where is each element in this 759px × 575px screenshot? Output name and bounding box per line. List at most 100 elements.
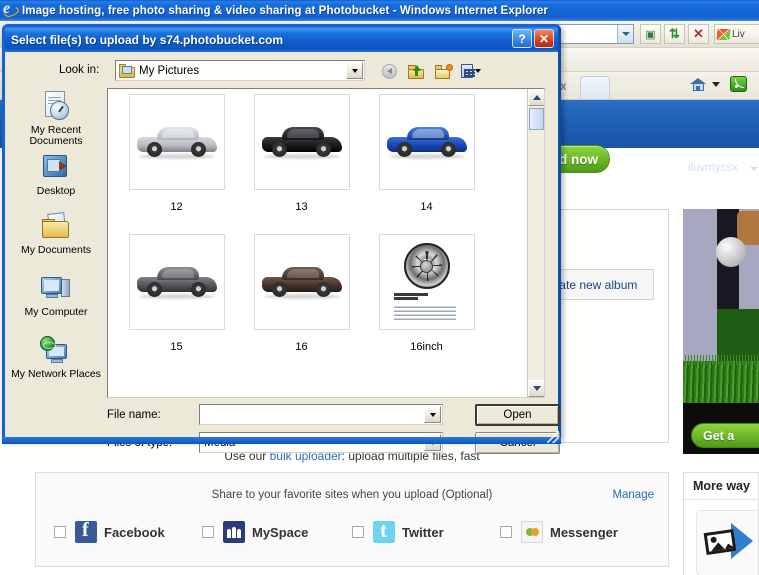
- file-item[interactable]: 16: [239, 234, 364, 374]
- screen: Image hosting, free photo sharing & vide…: [0, 0, 759, 575]
- address-dropdown-icon[interactable]: [617, 25, 633, 43]
- more-ways-title: More way: [693, 479, 750, 493]
- file-name: 15: [170, 341, 183, 353]
- scroll-up-button[interactable]: [528, 89, 544, 106]
- advertisement-banner[interactable]: Get a: [683, 209, 759, 454]
- home-icon[interactable]: [690, 77, 707, 92]
- share-site-myspace[interactable]: MySpace: [202, 521, 352, 543]
- golf-ball-image: [716, 237, 746, 267]
- share-options-box: Share to your favorite sites when you up…: [35, 472, 669, 567]
- scrollbar-thumb[interactable]: [529, 108, 544, 130]
- manage-link[interactable]: Manage: [612, 489, 654, 501]
- file-list[interactable]: 12 13 14 15 16 16inch: [107, 88, 545, 398]
- refresh-button[interactable]: ⇅: [664, 24, 685, 44]
- place-my-documents[interactable]: My Documents: [10, 203, 102, 267]
- messenger-checkbox[interactable]: [500, 526, 512, 538]
- account-menu[interactable]: iluvmycsx: [688, 162, 738, 174]
- home-dropdown-icon[interactable]: [712, 82, 720, 87]
- views-button[interactable]: [460, 61, 481, 81]
- file-item[interactable]: 13: [239, 94, 364, 234]
- feeds-button[interactable]: ▣: [640, 24, 661, 44]
- new-tab-button[interactable]: [580, 76, 610, 99]
- more-ways-card[interactable]: [696, 510, 758, 575]
- browser-title-bar: Image hosting, free photo sharing & vide…: [0, 0, 759, 21]
- file-thumbnail: [378, 94, 475, 190]
- file-item[interactable]: 16inch: [364, 234, 489, 374]
- more-ways-panel: More way: [683, 472, 759, 575]
- dialog-title: Select file(s) to upload by s74.photobuc…: [11, 32, 284, 47]
- file-thumbnail: [253, 234, 350, 330]
- windows-live-label: Liv: [732, 28, 745, 40]
- scroll-down-button[interactable]: [528, 380, 544, 397]
- place-desktop[interactable]: Desktop: [10, 149, 102, 203]
- file-item[interactable]: 14: [364, 94, 489, 234]
- myspace-label: MySpace: [252, 524, 309, 540]
- more-ways-header: More way: [684, 473, 758, 500]
- recent-documents-icon: [39, 91, 73, 123]
- car-image: [261, 265, 342, 299]
- create-new-folder-button[interactable]: [433, 61, 454, 81]
- car-image: [136, 265, 217, 299]
- chevron-down-icon[interactable]: [750, 167, 758, 171]
- create-new-album-label: reate new album: [548, 277, 638, 292]
- place-my-recent-documents[interactable]: My Recent Documents: [10, 88, 102, 149]
- place-label: My Network Places: [11, 368, 101, 380]
- share-site-facebook[interactable]: Facebook: [54, 519, 202, 543]
- myspace-checkbox[interactable]: [202, 526, 214, 538]
- twitter-icon: [373, 518, 395, 543]
- back-button[interactable]: [379, 61, 400, 81]
- windows-live-toolbar[interactable]: Liv: [714, 24, 759, 44]
- close-x-icon: ✕: [693, 26, 704, 41]
- look-in-row: Look in: My Pictures: [5, 60, 558, 82]
- address-input[interactable]: [556, 24, 634, 44]
- messenger-label: Messenger: [550, 524, 618, 540]
- file-name: 16inch: [410, 341, 443, 353]
- look-in-combobox[interactable]: My Pictures: [115, 60, 365, 81]
- file-item[interactable]: 12: [114, 94, 239, 234]
- tab-close-icon[interactable]: x: [560, 79, 567, 93]
- file-thumbnail: [128, 234, 225, 330]
- dialog-title-bar[interactable]: Select file(s) to upload by s74.photobuc…: [5, 27, 558, 52]
- chevron-down-icon: [474, 69, 481, 73]
- refresh-icon: ⇅: [669, 26, 680, 41]
- place-my-computer[interactable]: My Computer: [10, 267, 102, 329]
- look-in-dropdown-icon[interactable]: [346, 62, 363, 79]
- file-name: 13: [295, 201, 308, 213]
- resize-grip-icon[interactable]: [547, 431, 559, 443]
- facebook-label: Facebook: [104, 524, 165, 540]
- places-bar: My Recent Documents Desktop My Documents: [10, 88, 102, 398]
- browser-window-title: Image hosting, free photo sharing & vide…: [22, 4, 549, 17]
- ad-cta-button[interactable]: Get a: [691, 423, 759, 448]
- alloy-wheel-icon: [403, 243, 450, 289]
- file-item[interactable]: 15: [114, 234, 239, 374]
- dialog-toolbar: [379, 61, 481, 81]
- rss-feed-icon[interactable]: [730, 76, 747, 92]
- my-documents-icon: [39, 211, 73, 243]
- facebook-icon: [75, 519, 97, 543]
- file-upload-dialog: Select file(s) to upload by s74.photobuc…: [2, 24, 561, 454]
- file-list-scrollbar[interactable]: [527, 89, 544, 397]
- open-button[interactable]: Open: [475, 404, 560, 426]
- share-site-twitter[interactable]: Twitter: [352, 518, 500, 543]
- internet-explorer-icon: [3, 0, 18, 18]
- up-one-level-button[interactable]: [406, 61, 427, 81]
- share-site-messenger[interactable]: Messenger: [500, 521, 618, 543]
- place-label: My Recent Documents: [29, 124, 83, 147]
- facebook-checkbox[interactable]: [54, 526, 66, 538]
- close-button[interactable]: ✕: [534, 29, 554, 48]
- share-sites-row: Facebook MySpace Twitter Messenger: [54, 518, 654, 543]
- photo-icon: [703, 529, 737, 555]
- file-thumbnail: [128, 94, 225, 190]
- file-thumbnail: [253, 94, 350, 190]
- stop-button[interactable]: ✕: [688, 24, 709, 44]
- help-button[interactable]: ?: [512, 29, 532, 48]
- dialog-body: Look in: My Pictures My Recent Documents…: [2, 52, 561, 454]
- share-header: Share to your favorite sites when you up…: [211, 489, 493, 501]
- file-name-dropdown-icon[interactable]: [424, 406, 441, 423]
- place-label: My Computer: [24, 306, 88, 318]
- look-in-label: Look in:: [59, 64, 100, 76]
- file-thumbnail: [378, 234, 475, 330]
- twitter-checkbox[interactable]: [352, 526, 364, 538]
- place-my-network-places[interactable]: My Network Places: [10, 329, 102, 390]
- file-name-input[interactable]: [199, 404, 443, 425]
